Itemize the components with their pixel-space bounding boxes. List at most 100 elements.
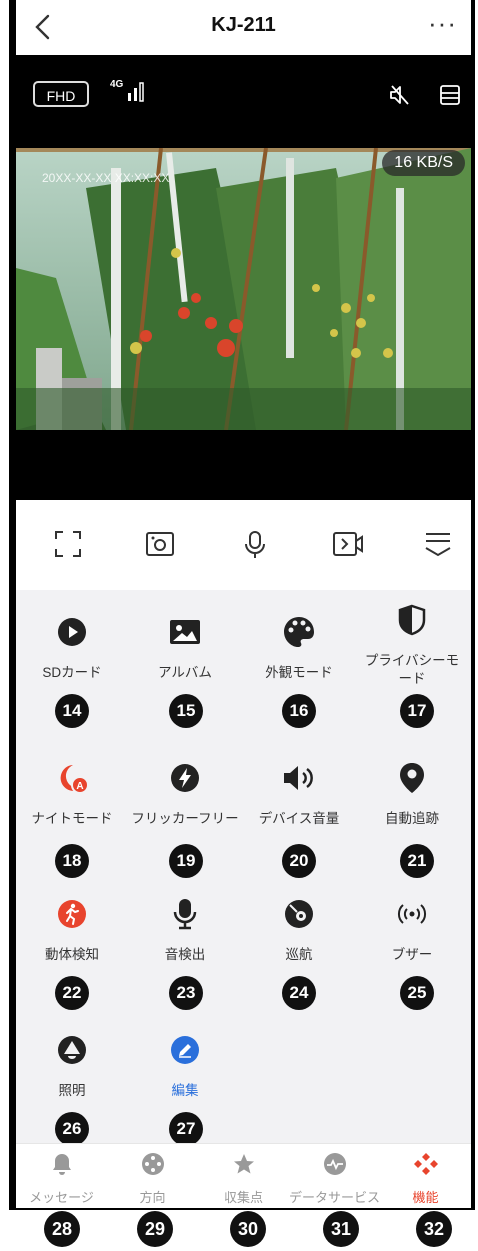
- callout-number: 29: [137, 1211, 173, 1247]
- direction-pad-icon: [141, 1153, 164, 1175]
- signal-icon: [127, 82, 144, 102]
- feature-label: 自動追跡: [385, 811, 439, 826]
- mute-icon[interactable]: [388, 83, 412, 107]
- record-icon[interactable]: [332, 530, 364, 558]
- feature-buzzer[interactable]: ブザー: [356, 894, 468, 964]
- bottom-tab-bar: メッセージ 方向 収集点 データサービス 機能: [16, 1143, 471, 1208]
- callout-number: 14: [55, 694, 89, 728]
- callout-number: 17: [400, 694, 434, 728]
- callout-number: 16: [282, 694, 316, 728]
- feature-motion-detection[interactable]: 動体検知: [16, 894, 128, 964]
- cruise-disc-icon: [279, 894, 319, 934]
- screenshot-icon[interactable]: [145, 530, 175, 558]
- feature-sound-detection[interactable]: 音検出: [129, 894, 241, 964]
- video-toolbar: [16, 500, 471, 590]
- callout-number: 19: [169, 844, 203, 878]
- callout-number: 25: [400, 976, 434, 1010]
- callout-number: 15: [169, 694, 203, 728]
- pulse-icon: [323, 1153, 346, 1175]
- star-icon: [233, 1154, 254, 1174]
- feature-label: 動体検知: [45, 947, 99, 962]
- speaker-icon: [279, 758, 319, 798]
- feature-device-volume[interactable]: デバイス音量: [243, 758, 355, 828]
- location-pin-icon: [392, 758, 432, 798]
- collapse-icon[interactable]: [424, 530, 452, 558]
- feature-lighting[interactable]: 照明: [16, 1030, 128, 1100]
- palette-icon: [279, 612, 319, 652]
- feature-edit[interactable]: 編集: [129, 1030, 241, 1100]
- feature-label: アルバム: [158, 665, 212, 680]
- tab-data-service[interactable]: データサービス: [289, 1152, 380, 1206]
- feature-grid: SDカード アルバム 外観モード プライバシーモード A ナイトモード フリッカ…: [16, 590, 471, 1146]
- feature-label: 照明: [58, 1083, 86, 1098]
- tab-label: データサービス: [289, 1190, 381, 1205]
- phone-screen: KJ-211 ··· FHD 4G 16 KB/S 20XX-XX-XX XX:…: [16, 0, 471, 1208]
- tab-label: 機能: [412, 1190, 439, 1205]
- tab-messages[interactable]: メッセージ: [16, 1152, 107, 1206]
- network-label: 4G: [110, 79, 124, 90]
- microphone-icon[interactable]: [242, 530, 268, 560]
- fullscreen-icon[interactable]: [54, 530, 82, 558]
- tab-label: メッセージ: [29, 1190, 94, 1205]
- callout-number: 18: [55, 844, 89, 878]
- tab-collection-points[interactable]: 収集点: [198, 1152, 289, 1206]
- callout-number: 23: [169, 976, 203, 1010]
- feature-label: 外観モード: [265, 665, 333, 680]
- tab-label: 収集点: [223, 1190, 263, 1205]
- bell-icon: [52, 1154, 71, 1175]
- callout-number: 32: [416, 1211, 452, 1247]
- flash-icon: [165, 758, 205, 798]
- svg-text:A: A: [76, 781, 83, 792]
- feature-night-mode[interactable]: A ナイトモード: [16, 758, 128, 828]
- callout-number: 26: [55, 1112, 89, 1146]
- lamp-icon: [52, 1030, 92, 1070]
- callout-number: 24: [282, 976, 316, 1010]
- microphone-filled-icon: [165, 894, 205, 934]
- page-title: KJ-211: [211, 14, 276, 36]
- feature-appearance-mode[interactable]: 外観モード: [243, 612, 355, 682]
- feature-label: フリッカーフリー: [131, 811, 239, 826]
- camera-feed-image: [16, 148, 471, 430]
- feature-label: ブザー: [391, 947, 433, 962]
- callout-number: 28: [44, 1211, 80, 1247]
- image-icon: [165, 612, 205, 652]
- tab-direction[interactable]: 方向: [107, 1152, 198, 1206]
- feature-label: 音検出: [164, 947, 206, 962]
- tab-label: 方向: [139, 1190, 166, 1205]
- callout-number: 27: [169, 1112, 203, 1146]
- feature-label: プライバシーモード: [364, 653, 460, 686]
- signal-indicator: 4G: [110, 79, 150, 103]
- pencil-icon: [165, 1030, 205, 1070]
- callout-number: 22: [55, 976, 89, 1010]
- feature-privacy-mode[interactable]: プライバシーモード: [356, 600, 468, 688]
- feature-flicker-free[interactable]: フリッカーフリー: [129, 758, 241, 828]
- moon-auto-icon: A: [52, 758, 92, 798]
- callout-number: 31: [323, 1211, 359, 1247]
- privacy-shield-icon: [392, 600, 432, 640]
- more-icon[interactable]: ···: [428, 8, 457, 39]
- feature-label: ナイトモード: [31, 811, 113, 826]
- feature-sd-card[interactable]: SDカード: [16, 612, 128, 682]
- header: KJ-211 ···: [16, 0, 471, 55]
- video-area: FHD 4G 16 KB/S 20XX-XX-XX XX:XX:XX: [16, 55, 471, 500]
- callout-number: 20: [282, 844, 316, 878]
- feature-label: 編集: [171, 1083, 199, 1098]
- layout-icon[interactable]: [438, 83, 462, 107]
- running-person-icon: [52, 894, 92, 934]
- broadcast-icon: [392, 894, 432, 934]
- feature-label: SDカード: [42, 665, 102, 680]
- quality-button[interactable]: FHD: [33, 81, 89, 107]
- callout-number: 30: [230, 1211, 266, 1247]
- play-circle-icon: [52, 612, 92, 652]
- tab-functions[interactable]: 機能: [380, 1152, 471, 1206]
- feature-label: 巡航: [285, 947, 313, 962]
- bitrate-badge: 16 KB/S: [382, 150, 465, 176]
- callout-number: 21: [400, 844, 434, 878]
- device-frame: KJ-211 ··· FHD 4G 16 KB/S 20XX-XX-XX XX:…: [9, 0, 475, 1210]
- feature-auto-tracking[interactable]: 自動追跡: [356, 758, 468, 828]
- feature-cruise[interactable]: 巡航: [243, 894, 355, 964]
- feature-album[interactable]: アルバム: [129, 612, 241, 682]
- feature-label: デバイス音量: [258, 811, 340, 826]
- diamond-grid-icon: [413, 1153, 438, 1175]
- timestamp-overlay: 20XX-XX-XX XX:XX:XX: [42, 171, 170, 185]
